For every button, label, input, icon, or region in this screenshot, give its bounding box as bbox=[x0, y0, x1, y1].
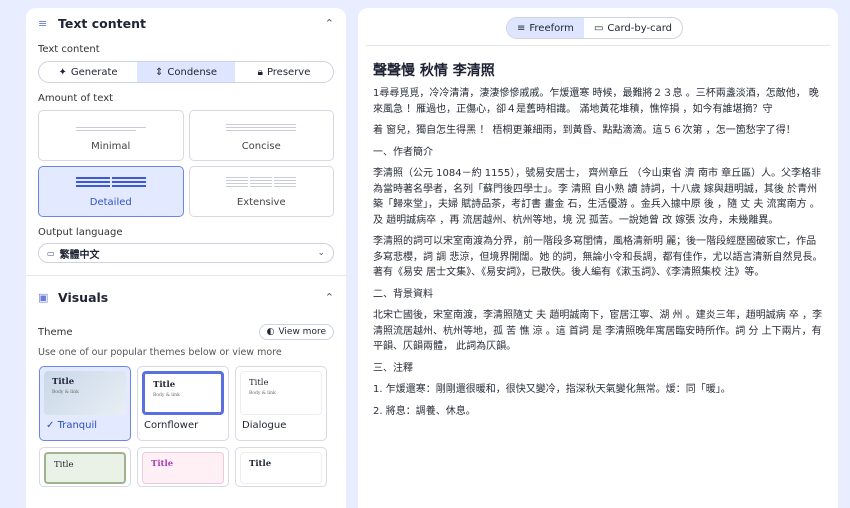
text-mode-segmented: ✦ Generate ⇕ Condense 🔒︎ Preserve bbox=[38, 61, 334, 83]
preview-panel: ≡ Freeform ▭ Card-by-card 聲聲慢 秋情 李清照 1尋尋… bbox=[358, 8, 838, 508]
theme-preview: Title Body & link bbox=[142, 371, 224, 415]
theme-option[interactable]: Title bbox=[39, 447, 131, 487]
theme-preview: Title Body & link bbox=[240, 371, 322, 415]
document-title: 聲聲慢 秋情 李清照 bbox=[373, 63, 495, 79]
view-more-button[interactable]: ◐ View more bbox=[258, 324, 334, 340]
preserve-label: Preserve bbox=[266, 66, 311, 78]
text-lines-icon: ≡ bbox=[517, 22, 526, 34]
paragraph: 李清照（公元 1084－約 1155），號易安居士， 齊州章丘 （今山東省 濟 … bbox=[373, 168, 822, 226]
theme-preview: Title bbox=[44, 452, 126, 484]
freeform-tab[interactable]: ≡ Freeform bbox=[507, 18, 584, 38]
card-by-card-tab[interactable]: ▭ Card-by-card bbox=[584, 18, 682, 38]
theme-grid: Title Body & link ✓ Tranquil Title Body … bbox=[39, 366, 346, 487]
theme-label: Theme bbox=[38, 326, 73, 338]
chevron-up-icon[interactable]: ⌃ bbox=[325, 17, 334, 30]
preserve-button[interactable]: 🔒︎ Preserve bbox=[235, 62, 333, 82]
amount-extensive-label: Extensive bbox=[236, 197, 286, 208]
amount-minimal-label: Minimal bbox=[91, 141, 131, 152]
amount-detailed-label: Detailed bbox=[89, 197, 132, 208]
preview-body: Body & link bbox=[249, 391, 276, 396]
view-more-label: View more bbox=[278, 327, 326, 337]
preview-body: Body & link bbox=[52, 390, 79, 395]
theme-hint: Use one of our popular themes below or v… bbox=[38, 347, 282, 358]
theme-preview: Title bbox=[240, 452, 322, 484]
paragraph: 北宋亡國後，宋室南渡，李清照隨丈 夫 趙明誠南下，宦居江寧、湖 州 。建炎三年，… bbox=[373, 310, 823, 352]
amount-concise-label: Concise bbox=[241, 141, 281, 152]
amount-label: Amount of text bbox=[38, 93, 114, 104]
generate-button[interactable]: ✦ Generate bbox=[39, 62, 137, 82]
preview-title: Title bbox=[249, 459, 272, 469]
paragraph: 1尋尋覓覓，冷冷清清，淒淒慘慘戚戚。乍煖還寒 時候，最難將２３息 。三杯兩盞淡酒… bbox=[373, 88, 819, 115]
chevron-down-icon: ⌄ bbox=[317, 248, 325, 258]
view-toggle: ≡ Freeform ▭ Card-by-card bbox=[506, 17, 683, 39]
amount-detailed[interactable]: Detailed bbox=[38, 166, 184, 217]
section-heading: 一、作者簡介 bbox=[373, 146, 433, 158]
theme-tranquil[interactable]: Title Body & link ✓ Tranquil bbox=[39, 366, 131, 441]
theme-option[interactable]: Title bbox=[235, 447, 327, 487]
paragraph: 着 窗兒，獨自怎生得黑 ！ 梧桐更兼細雨，到黃昏、點點滴滴。這５６次第 ，怎一箇… bbox=[373, 125, 796, 136]
text-content-header[interactable]: ≡ Text content ⌃ bbox=[26, 8, 346, 38]
preview-title: Title bbox=[52, 377, 75, 387]
visuals-title: Visuals bbox=[58, 289, 109, 305]
divider bbox=[366, 45, 830, 46]
section-heading: 三、注釋 bbox=[373, 362, 413, 374]
lock-icon: 🔒︎ bbox=[257, 66, 263, 78]
theme-dialogue[interactable]: Title Body & link Dialogue bbox=[235, 366, 327, 441]
condense-button[interactable]: ⇕ Condense bbox=[137, 62, 235, 82]
preview-title: Title bbox=[54, 460, 74, 470]
paragraph: 李清照的詞可以宋室南渡為分界，前一階段多寫閨情，風格清新明 麗；後一階段經歷國破… bbox=[373, 236, 823, 278]
theme-cornflower[interactable]: Title Body & link Cornflower bbox=[137, 366, 229, 441]
visuals-header[interactable]: ▣ Visuals ⌃ bbox=[26, 282, 346, 312]
preview-body: Body & link bbox=[153, 393, 180, 398]
amount-extensive[interactable]: Extensive bbox=[188, 166, 334, 217]
preview-title: Title bbox=[153, 380, 176, 390]
concise-lines-icon bbox=[226, 124, 297, 131]
list-item: 1. 乍煖還寒：剛剛還很暖和，很快又變冷，指深秋天氣變化無常。煖：同「暖」。 bbox=[373, 384, 731, 395]
section-heading: 二、背景資料 bbox=[373, 288, 433, 300]
theme-option[interactable]: Title bbox=[137, 447, 229, 487]
flag-icon: ▭ bbox=[47, 248, 55, 258]
card-by-card-label: Card-by-card bbox=[607, 22, 672, 34]
theme-preview: Title Body & link bbox=[44, 371, 126, 415]
document-content[interactable]: 聲聲慢 秋情 李清照 1尋尋覓覓，冷冷清清，淒淒慘慘戚戚。乍煖還寒 時候，最難將… bbox=[373, 60, 825, 425]
chevron-up-icon[interactable]: ⌃ bbox=[325, 291, 334, 304]
minimal-lines-icon bbox=[75, 127, 146, 131]
preview-title: Title bbox=[151, 459, 174, 469]
list-item: 2. 將息：調養、休息。 bbox=[373, 405, 476, 417]
text-lines-icon: ≡ bbox=[38, 16, 48, 30]
theme-row: Theme ◐ View more bbox=[26, 324, 346, 340]
condense-label: Condense bbox=[167, 66, 218, 78]
output-language-select[interactable]: ▭ 繁體中文 ⌄ bbox=[38, 243, 334, 263]
theme-preview: Title bbox=[142, 452, 224, 484]
palette-icon: ◐ bbox=[266, 327, 275, 337]
generate-label: Generate bbox=[70, 66, 118, 78]
extensive-lines-icon bbox=[226, 177, 297, 187]
output-language-label: Output language bbox=[38, 227, 123, 238]
theme-name: Cornflower bbox=[144, 420, 199, 431]
preview-title: Title bbox=[249, 378, 269, 388]
condense-icon: ⇕ bbox=[154, 66, 164, 78]
freeform-label: Freeform bbox=[529, 22, 574, 34]
image-icon: ▣ bbox=[38, 290, 49, 304]
output-language-value: 繁體中文 bbox=[59, 249, 100, 261]
settings-panel: ≡ Text content ⌃ Text content ✦ Generate… bbox=[26, 8, 346, 508]
theme-name: Dialogue bbox=[242, 420, 287, 431]
sparkle-icon: ✦ bbox=[58, 66, 67, 78]
card-icon: ▭ bbox=[593, 22, 604, 34]
detailed-lines-icon bbox=[75, 177, 146, 187]
section-divider bbox=[26, 275, 346, 276]
check-icon: ✓ bbox=[46, 420, 58, 431]
amount-options: Minimal Concise Detailed Extensive bbox=[38, 110, 334, 217]
theme-name: ✓ Tranquil bbox=[46, 420, 98, 431]
text-content-label: Text content bbox=[38, 44, 100, 55]
amount-concise[interactable]: Concise bbox=[188, 110, 334, 161]
amount-minimal[interactable]: Minimal bbox=[38, 110, 184, 161]
text-content-title: Text content bbox=[58, 15, 146, 31]
